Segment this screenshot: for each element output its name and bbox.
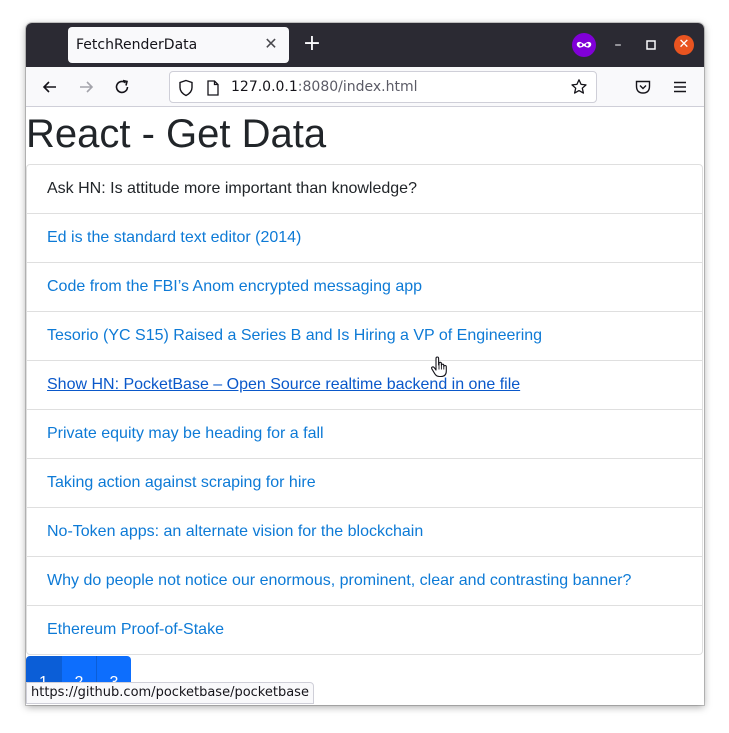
tab-close-icon[interactable]: ✕: [263, 35, 279, 53]
story-link[interactable]: Why do people not notice our enormous, p…: [47, 572, 631, 590]
story-list: Ask HN: Is attitude more important than …: [26, 164, 703, 655]
story-link[interactable]: Private equity may be heading for a fall: [47, 425, 324, 443]
url-path: :8080/index.html: [297, 79, 418, 95]
title-bar: FetchRenderData ✕ + – ✕: [26, 23, 704, 67]
bookmark-star-icon[interactable]: [570, 78, 588, 96]
list-item: Ask HN: Is attitude more important than …: [27, 165, 702, 213]
list-item[interactable]: Private equity may be heading for a fall: [27, 409, 702, 458]
new-tab-icon[interactable]: +: [302, 33, 322, 55]
status-bar-url: https://github.com/pocketbase/pocketbase: [26, 682, 314, 704]
story-link[interactable]: Tesorio (YC S15) Raised a Series B and I…: [47, 327, 542, 345]
story-link-hovered[interactable]: Show HN: PocketBase – Open Source realti…: [47, 376, 520, 394]
pocket-icon[interactable]: [634, 78, 652, 96]
story-link[interactable]: Taking action against scraping for hire: [47, 474, 316, 492]
back-icon[interactable]: [40, 77, 60, 97]
list-item[interactable]: No-Token apps: an alternate vision for t…: [27, 507, 702, 556]
shield-icon[interactable]: [178, 79, 194, 97]
forward-icon[interactable]: [76, 77, 96, 97]
reload-icon[interactable]: [112, 77, 132, 97]
page-icon[interactable]: [206, 79, 220, 97]
minimize-icon[interactable]: –: [608, 35, 628, 55]
story-title: Ask HN: Is attitude more important than …: [47, 180, 417, 197]
list-item[interactable]: Ed is the standard text editor (2014): [27, 213, 702, 262]
list-item[interactable]: Code from the FBI’s Anom encrypted messa…: [27, 262, 702, 311]
maximize-icon[interactable]: [641, 35, 661, 55]
story-link[interactable]: Code from the FBI’s Anom encrypted messa…: [47, 278, 422, 296]
close-window-icon[interactable]: ✕: [674, 35, 694, 55]
story-link[interactable]: Ed is the standard text editor (2014): [47, 229, 301, 247]
url-host: 127.0.0.1: [231, 79, 298, 95]
list-item[interactable]: Show HN: PocketBase – Open Source realti…: [27, 360, 702, 409]
list-item[interactable]: Ethereum Proof-of-Stake: [27, 605, 702, 654]
story-link[interactable]: No-Token apps: an alternate vision for t…: [47, 523, 423, 541]
list-item[interactable]: Why do people not notice our enormous, p…: [27, 556, 702, 605]
list-item[interactable]: Taking action against scraping for hire: [27, 458, 702, 507]
url-text[interactable]: 127.0.0.1:8080/index.html: [231, 79, 418, 95]
tab-title: FetchRenderData: [76, 37, 198, 53]
navigation-bar: 127.0.0.1:8080/index.html: [26, 67, 704, 107]
url-bar[interactable]: 127.0.0.1:8080/index.html: [169, 71, 597, 103]
private-browsing-icon: [572, 33, 596, 57]
hamburger-menu-icon[interactable]: [671, 78, 689, 96]
tab-fetchrenderdata[interactable]: FetchRenderData ✕: [68, 27, 289, 63]
page-title: React - Get Data: [26, 112, 327, 156]
page-content: React - Get Data Ask HN: Is attitude mor…: [26, 108, 704, 705]
hand-cursor-icon: [430, 356, 448, 378]
browser-window: FetchRenderData ✕ + – ✕ 127.0.0.1:8080/i…: [26, 23, 704, 705]
story-link[interactable]: Ethereum Proof-of-Stake: [47, 621, 224, 639]
list-item[interactable]: Tesorio (YC S15) Raised a Series B and I…: [27, 311, 702, 360]
